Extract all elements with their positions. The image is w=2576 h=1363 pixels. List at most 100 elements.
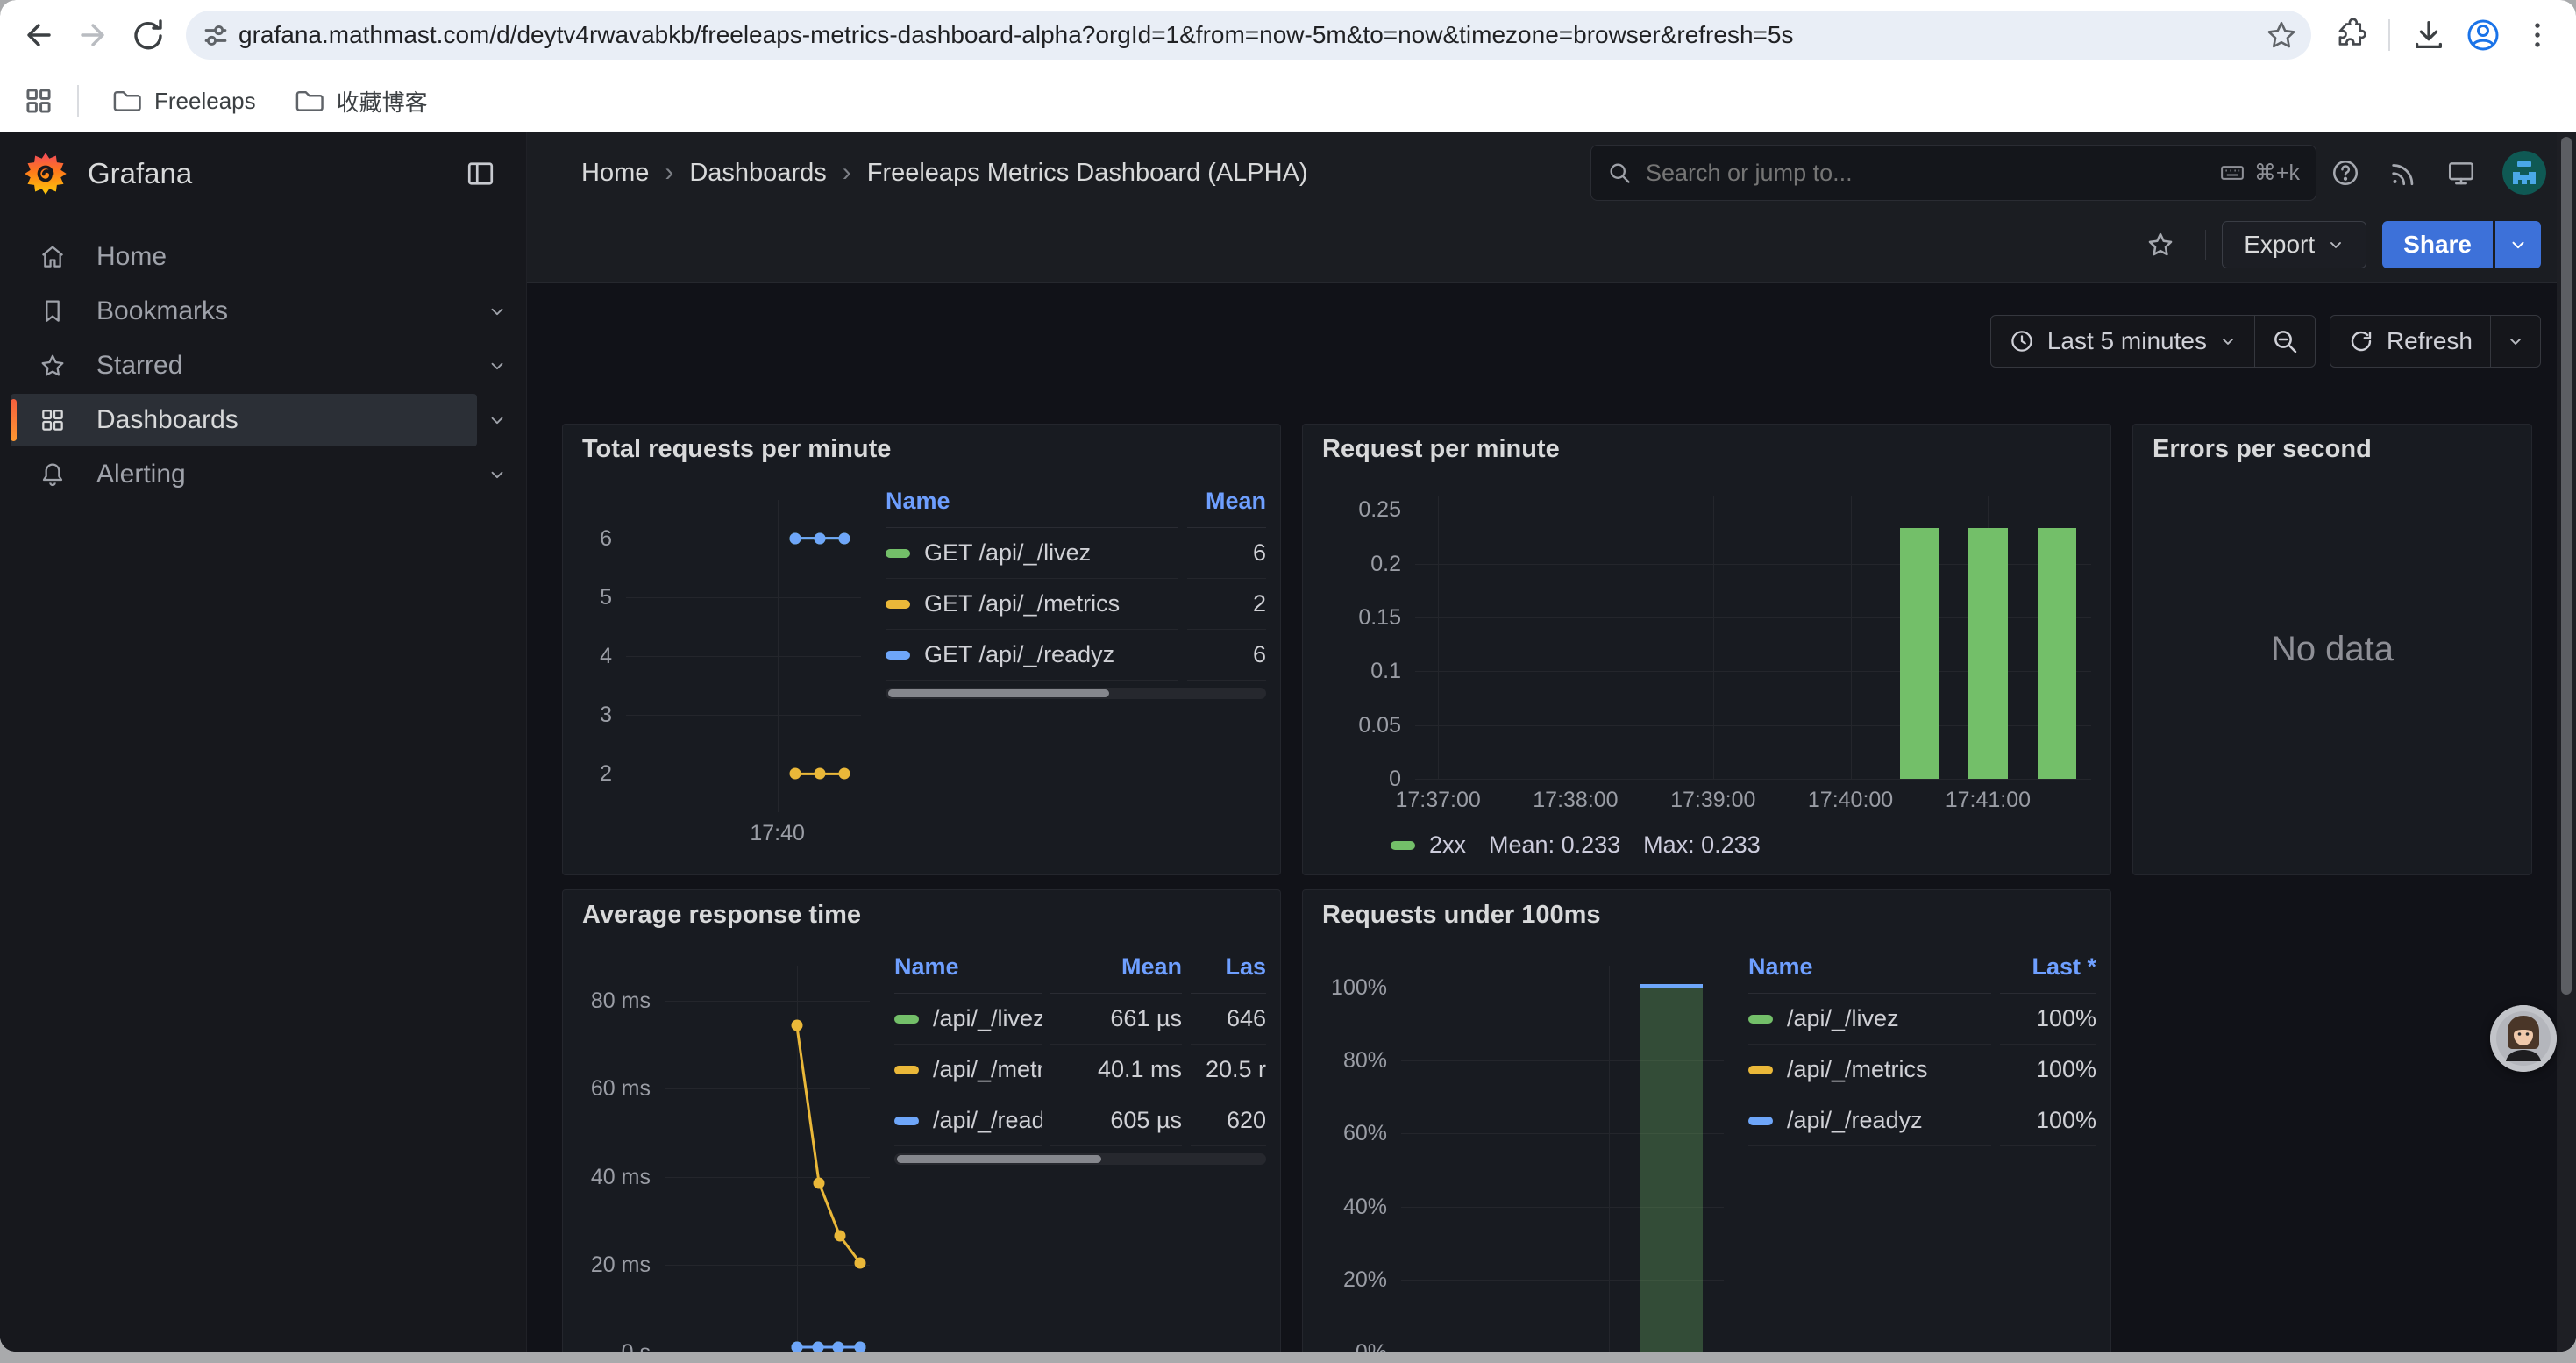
x-tick-label: 17:39:00 <box>1670 788 1755 813</box>
dock-menu-button[interactable] <box>456 145 505 203</box>
floating-assistant-avatar[interactable] <box>2490 1005 2557 1072</box>
refresh-icon <box>2348 328 2374 354</box>
refresh-interval-button[interactable] <box>2491 316 2540 367</box>
legend-table-wrap: NameMeanLas/api/_/livez661 µs646/api/_/m… <box>894 939 1266 1352</box>
help-button[interactable] <box>2316 144 2374 202</box>
grafana-logo[interactable] <box>23 149 68 198</box>
tune-icon <box>198 18 233 53</box>
sidebar-link-home[interactable]: Home <box>11 231 517 283</box>
sidebar-link-bookmarks[interactable]: Bookmarks <box>11 285 477 338</box>
legend-table-row[interactable]: /api/_/livez <box>894 994 1042 1045</box>
export-button[interactable]: Export <box>2222 221 2366 268</box>
series-name: GET /api/_/livez <box>924 539 1091 567</box>
y-tick-label: 3 <box>577 703 612 727</box>
user-avatar[interactable] <box>2502 151 2546 195</box>
legend-color-pill <box>894 1066 919 1074</box>
legend-table-row[interactable]: /api/_/livez <box>1748 994 1991 1045</box>
page-scrollbar-thumb[interactable] <box>2561 137 2572 995</box>
legend-table-scrollbar[interactable] <box>886 688 1266 699</box>
apps-button[interactable] <box>18 80 60 122</box>
y-tick-label: 0.1 <box>1317 659 1401 683</box>
legend-table-row[interactable]: GET /api/_/readyz <box>886 630 1178 681</box>
scrollbar-thumb[interactable] <box>897 1155 1101 1163</box>
dock-sidebar-icon <box>465 158 496 189</box>
help-icon <box>2330 158 2360 188</box>
scrollbar-thumb[interactable] <box>888 689 1109 697</box>
panel-title[interactable]: Request per minute <box>1317 425 2096 474</box>
table-cell-value: 100% <box>2000 994 2096 1045</box>
legend-table-row[interactable]: /api/_/metrics <box>894 1045 1042 1095</box>
browser-menu-button[interactable] <box>2513 11 2562 60</box>
news-button[interactable] <box>2374 144 2432 202</box>
profile-button[interactable] <box>2459 11 2508 60</box>
sidebar-expand-starred[interactable] <box>477 346 517 386</box>
legend-table-row[interactable]: /api/_/readyz <box>1748 1095 1991 1146</box>
y-tick-label: 80% <box>1317 1048 1387 1073</box>
extensions-button[interactable] <box>2325 11 2374 60</box>
forward-button[interactable] <box>68 11 117 60</box>
back-button[interactable] <box>14 11 63 60</box>
legend-table-scrollbar[interactable] <box>894 1153 1266 1165</box>
time-range-picker[interactable]: Last 5 minutes <box>1991 316 2254 367</box>
search-input[interactable] <box>1644 159 2207 188</box>
breadcrumb-separator: › <box>829 158 865 188</box>
rss-icon <box>2388 158 2418 188</box>
sidebar-link-starred[interactable]: Starred <box>11 339 477 392</box>
sidebar-expand-bookmarks[interactable] <box>477 291 517 332</box>
legend-table-row[interactable]: /api/_/readyz <box>894 1095 1042 1146</box>
panel-request-per-minute: Request per minute 0.250.20.150.10.05017… <box>1302 424 2111 875</box>
reload-button[interactable] <box>123 11 172 60</box>
assistant-avatar-image <box>2490 1005 2557 1072</box>
legend-series-label: 2xx <box>1429 831 1466 859</box>
downloads-button[interactable] <box>2404 11 2453 60</box>
chart-plot-area: 100%80%60%40%20%0%17:40 <box>1401 966 1724 1352</box>
sidebar-expand-alerting[interactable] <box>477 454 517 495</box>
x-tick-label: 17:41:00 <box>1946 788 2031 813</box>
panel-total-requests: Total requests per minute 6543217:40 Nam… <box>562 424 1281 875</box>
panel-title[interactable]: Requests under 100ms <box>1317 890 2096 939</box>
share-menu-button[interactable] <box>2495 221 2541 268</box>
sidebar-link-dashboards[interactable]: Dashboards <box>11 394 477 446</box>
legend-color-pill <box>894 1015 919 1024</box>
legend-table-row[interactable]: /api/_/metrics <box>1748 1045 1991 1095</box>
chevron-down-icon <box>487 302 507 321</box>
url-input[interactable] <box>237 20 2260 50</box>
url-bar[interactable] <box>186 11 2311 60</box>
panel-title[interactable]: Errors per second <box>2147 425 2517 474</box>
legend-item-2xx[interactable]: 2xx <box>1391 831 1466 859</box>
legend-table-row[interactable]: GET /api/_/metrics <box>886 579 1178 630</box>
panel-title[interactable]: Total requests per minute <box>577 425 1266 474</box>
table-header-value: Mean <box>1050 945 1182 994</box>
refresh-button[interactable]: Refresh <box>2330 316 2490 367</box>
back-icon <box>19 16 58 54</box>
sidebar-link-alerting[interactable]: Alerting <box>11 448 477 501</box>
sidebar-expand-dashboards[interactable] <box>477 400 517 440</box>
star-icon <box>2265 18 2298 52</box>
breadcrumb-home[interactable]: Home <box>581 159 649 188</box>
y-tick-label: 5 <box>577 585 612 610</box>
bookmark-page-button[interactable] <box>2260 14 2302 56</box>
share-button[interactable]: Share <box>2382 221 2493 268</box>
bookmark-icon <box>39 297 67 325</box>
time-range-label: Last 5 minutes <box>2047 327 2207 355</box>
display-button[interactable] <box>2432 144 2490 202</box>
panel-title[interactable]: Average response time <box>577 890 1266 939</box>
bookmark-folder-freeleaps[interactable]: Freeleaps <box>96 78 270 124</box>
search-box[interactable]: ⌘+k <box>1590 145 2316 201</box>
breadcrumb-search-row: Home › Dashboards › Freeleaps Metrics Da… <box>527 132 2576 214</box>
zoom-out-button[interactable] <box>2255 316 2315 367</box>
chart-plot-area: 0.250.20.150.10.05017:37:0017:38:0017:39… <box>1415 496 2091 779</box>
sidebar-item-home: Home <box>11 231 517 283</box>
legend-table-row[interactable]: GET /api/_/livez <box>886 528 1178 579</box>
bookmark-folder-blogs[interactable]: 收藏博客 <box>279 78 442 125</box>
breadcrumb-separator: › <box>651 158 687 188</box>
bookmark-folder-label: 收藏博客 <box>337 85 428 118</box>
star-icon <box>2145 230 2175 260</box>
y-tick-label: 20 ms <box>577 1252 651 1277</box>
site-settings-button[interactable] <box>195 14 237 56</box>
breadcrumb-dashboards[interactable]: Dashboards <box>689 159 826 188</box>
page-scrollbar[interactable] <box>2557 132 2576 1352</box>
table-header-value: Las <box>1191 945 1266 994</box>
star-dashboard-button[interactable] <box>2131 216 2189 274</box>
chart-plot-area: 80 ms60 ms40 ms20 ms0 s17:40 <box>665 966 870 1352</box>
